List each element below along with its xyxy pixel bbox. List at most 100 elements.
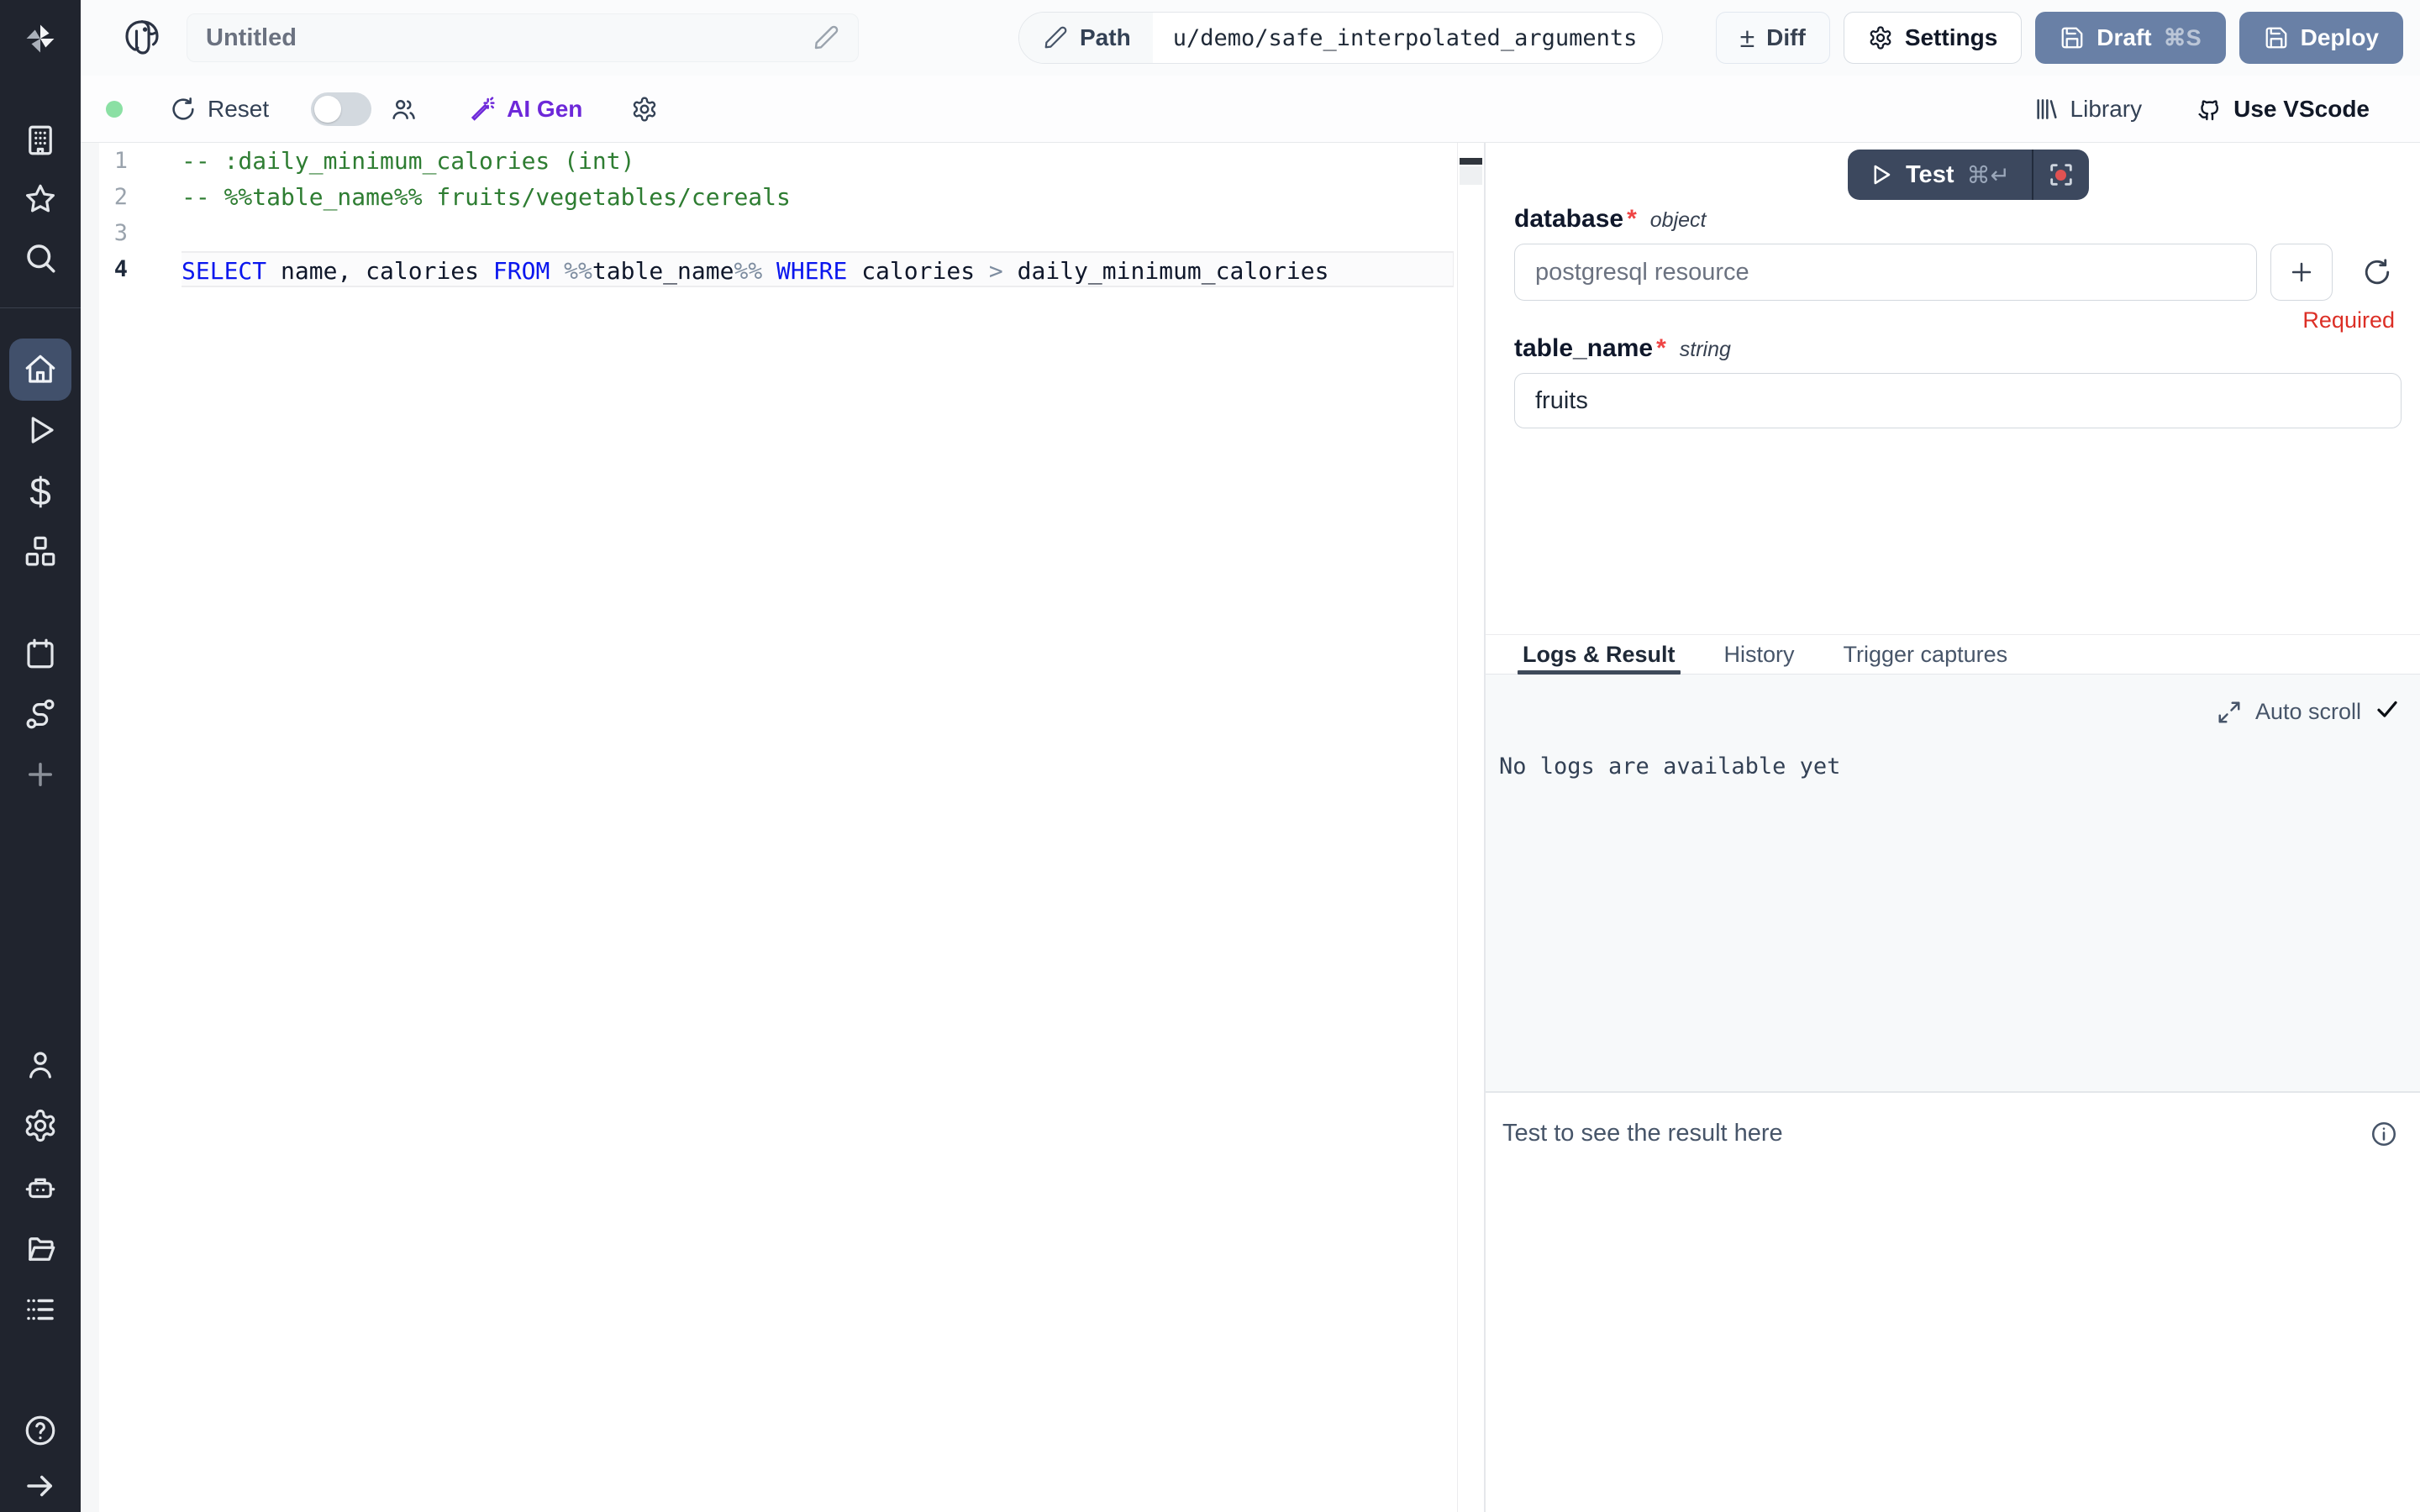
- capture-test-icon[interactable]: [2033, 150, 2089, 200]
- path-value[interactable]: u/demo/safe_interpolated_arguments: [1153, 13, 1663, 63]
- test-shortcut: ⌘↵: [1966, 161, 2009, 189]
- arguments-section: Test ⌘↵ database* object: [1486, 143, 2420, 634]
- sql-text: table_name: [592, 257, 734, 285]
- line-number-gutter: 1 2 3 4: [81, 143, 182, 287]
- sidebar-item-routes-icon[interactable]: [23, 696, 58, 732]
- edit-name-pencil-icon[interactable]: [813, 24, 839, 51]
- check-icon[interactable]: [2375, 696, 2400, 727]
- editor-overview-marker: [1460, 158, 1482, 165]
- search-icon[interactable]: [23, 240, 58, 276]
- tab-history[interactable]: History: [1724, 635, 1795, 674]
- code-lines[interactable]: -- :daily_minimum_calories (int) -- %%ta…: [182, 143, 1454, 287]
- sql-text: name, calories: [266, 257, 493, 285]
- diff-button[interactable]: ± Diff: [1716, 12, 1830, 64]
- left-sidebar: $: [0, 0, 81, 1512]
- required-asterisk: *: [1656, 334, 1666, 363]
- edit-path-pencil-icon: [1043, 25, 1068, 50]
- collaborators-users-icon[interactable]: [390, 96, 417, 123]
- expand-sidebar-arrow-icon[interactable]: [23, 1468, 58, 1504]
- audit-logs-list-icon[interactable]: [23, 1292, 58, 1327]
- draft-button[interactable]: Draft ⌘S: [2035, 12, 2225, 64]
- workers-robot-icon[interactable]: [23, 1170, 58, 1205]
- settings-button[interactable]: Settings: [1844, 12, 2022, 64]
- folders-icon[interactable]: [23, 1231, 58, 1267]
- collab-toggle[interactable]: [311, 92, 371, 126]
- tab-trigger-captures[interactable]: Trigger captures: [1844, 635, 2008, 674]
- sql-keyword: SELECT: [182, 257, 266, 285]
- database-field-label: database* object: [1514, 205, 1706, 234]
- play-icon: [1868, 162, 1893, 187]
- reset-button[interactable]: Reset: [170, 96, 269, 123]
- bottom-tabs: Logs & Result History Trigger captures: [1486, 634, 2420, 675]
- settings-gear-icon[interactable]: [23, 1108, 58, 1143]
- diff-label: Diff: [1766, 24, 1806, 51]
- editor-margin: [81, 143, 99, 1512]
- tab-logs-result[interactable]: Logs & Result: [1523, 635, 1676, 674]
- line-number-current: 4: [81, 251, 182, 287]
- sql-interp-open: %%: [550, 257, 592, 285]
- ai-gen-button[interactable]: AI Gen: [469, 96, 582, 123]
- code-line-3[interactable]: [182, 215, 1454, 251]
- sql-interp-close: %%: [734, 257, 776, 285]
- database-input[interactable]: [1514, 244, 2257, 301]
- field-type: object: [1650, 208, 1707, 233]
- use-vscode-label: Use VScode: [2233, 96, 2370, 123]
- autoscroll-control[interactable]: Auto scroll: [2217, 696, 2400, 727]
- field-name: table_name: [1514, 334, 1653, 363]
- code-line-2[interactable]: -- %%table_name%% fruits/vegetables/cere…: [182, 179, 1454, 215]
- field-name: database: [1514, 205, 1623, 234]
- sidebar-item-variables-icon[interactable]: $: [29, 469, 51, 514]
- editor-scrollbar-thumb[interactable]: [1460, 166, 1482, 185]
- script-name-input[interactable]: Untitled: [187, 13, 859, 62]
- result-panel: Test to see the result here: [1486, 1093, 2420, 1512]
- refresh-icon: [170, 96, 197, 123]
- editor-scrollbar-rail: [1457, 143, 1458, 1512]
- sidebar-item-runs-icon[interactable]: [23, 412, 58, 448]
- required-note: Required: [2302, 307, 2395, 333]
- sql-text: daily_minimum_calories: [1003, 257, 1329, 285]
- run-preview-panel: Test ⌘↵ database* object: [1486, 143, 2420, 1512]
- plus-minus-icon: ±: [1740, 24, 1755, 51]
- code-line-1[interactable]: -- :daily_minimum_calories (int): [182, 143, 1454, 179]
- result-empty-message: Test to see the result here: [1502, 1120, 1783, 1147]
- ai-gen-label: AI Gen: [507, 96, 582, 123]
- table-name-input[interactable]: [1514, 373, 2402, 428]
- script-settings-gear-icon[interactable]: [631, 96, 658, 123]
- windmill-logo-icon[interactable]: [23, 21, 58, 56]
- use-vscode-button[interactable]: Use VScode: [2196, 96, 2370, 123]
- postgresql-icon: [119, 15, 165, 60]
- gear-icon: [1868, 25, 1893, 50]
- reset-label: Reset: [208, 96, 269, 123]
- sidebar-item-resources-icon[interactable]: [23, 534, 58, 570]
- user-icon[interactable]: [23, 1047, 58, 1083]
- help-icon[interactable]: [23, 1413, 58, 1448]
- sidebar-item-schedules-icon[interactable]: [23, 636, 58, 671]
- library-button[interactable]: Library: [2033, 96, 2143, 123]
- code-line-4-current[interactable]: SELECT name, calories FROM %%table_name%…: [182, 251, 1454, 287]
- required-asterisk: *: [1627, 205, 1637, 234]
- line-number: 1: [81, 143, 182, 179]
- add-resource-button[interactable]: [2270, 244, 2333, 301]
- favorites-star-icon[interactable]: [23, 181, 58, 217]
- toggle-knob: [314, 96, 341, 123]
- test-button-group: Test ⌘↵: [1848, 150, 2089, 200]
- code-editor[interactable]: 1 2 3 4 -- :daily_minimum_calories (int)…: [81, 143, 1484, 1512]
- connection-status-dot: [106, 101, 123, 118]
- settings-label: Settings: [1905, 24, 1997, 51]
- plus-icon: [2287, 258, 2316, 286]
- workspace-icon[interactable]: [23, 123, 58, 158]
- refresh-resources-icon[interactable]: [2356, 244, 2398, 301]
- deploy-button[interactable]: Deploy: [2239, 12, 2403, 64]
- info-icon[interactable]: [2370, 1120, 2398, 1152]
- autoscroll-label: Auto scroll: [2255, 699, 2361, 725]
- path-field[interactable]: Path u/demo/safe_interpolated_arguments: [1018, 12, 1663, 64]
- test-button[interactable]: Test ⌘↵: [1848, 150, 2032, 200]
- line-number: 2: [81, 179, 182, 215]
- deploy-label: Deploy: [2301, 24, 2379, 51]
- logs-empty-message: No logs are available yet: [1499, 753, 1840, 780]
- sql-keyword: FROM: [493, 257, 550, 285]
- save-icon: [2060, 25, 2085, 50]
- add-item-plus-icon[interactable]: [23, 757, 58, 792]
- top-bar: Untitled Path u/demo/safe_interpolated_a…: [81, 0, 2420, 76]
- sidebar-item-home[interactable]: [9, 339, 71, 401]
